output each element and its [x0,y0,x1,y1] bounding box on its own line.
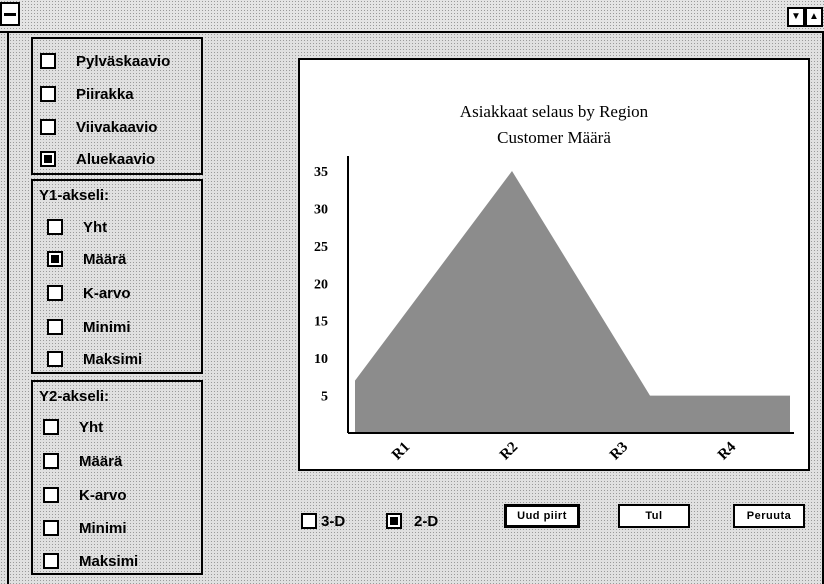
option-minimi[interactable]: Minimi [43,516,127,540]
checkbox[interactable] [47,285,63,301]
checkbox[interactable] [43,453,59,469]
y-tick-label: 15 [314,315,328,330]
y-tick-label: 35 [314,165,328,180]
chevron-down-icon: ▼ [791,11,801,22]
print-button[interactable]: Tul [618,504,690,528]
option-label: K-arvo [79,486,127,504]
option-label: Yht [83,218,108,236]
checkbox[interactable] [40,53,56,69]
checkbox[interactable] [40,119,56,135]
option-k-arvo[interactable]: K-arvo [47,281,131,305]
checkbox-checked[interactable] [386,513,402,529]
option-viivakaavio[interactable]: Viivakaavio [40,115,157,139]
dropdown-button[interactable]: ▼ [787,7,805,27]
option-label: Yht [79,418,104,436]
option-label: Määrä [83,250,127,268]
checkbox-checked[interactable] [40,151,56,167]
checkbox[interactable] [43,520,59,536]
option-maksimi[interactable]: Maksimi [43,549,138,573]
option-label: Maksimi [83,350,143,368]
option-maksimi[interactable]: Maksimi [47,347,142,371]
chart-type-group: Pylväskaavio Piirakka Viivakaavio Alueka… [31,37,203,175]
option-label: Maksimi [79,552,139,570]
option-label: Aluekaavio [76,150,156,168]
option-label: Minimi [83,318,131,336]
group-title: Y1-akseli: [39,187,110,204]
option-yht[interactable]: Yht [47,215,107,239]
option-label: Minimi [79,519,127,537]
y-tick-label: 30 [314,202,328,217]
area-chart: 5 10 15 20 25 30 35 R1 R2 R3 R4 [314,156,794,464]
redraw-button[interactable]: Uud piirt [504,504,580,528]
checkbox[interactable] [47,319,63,335]
option-minimi[interactable]: Minimi [47,315,131,339]
y1-axis-group: Y1-akseli: Yht Määrä K-arvo Minimi Maksi… [31,179,203,374]
x-tick-label-r2: R2 [497,439,521,463]
option-piirakka[interactable]: Piirakka [40,82,134,106]
x-tick-label-r3: R3 [607,439,631,463]
x-tick-label-r4: R4 [715,439,740,464]
option-label: Pylväskaavio [76,52,171,70]
checkbox-checked[interactable] [47,251,63,267]
checkbox[interactable] [43,419,59,435]
system-menu-button[interactable] [0,2,20,26]
option-label: K-arvo [83,284,131,302]
checkbox[interactable] [40,86,56,102]
chart-panel: Asiakkaat selaus by Region Customer Määr… [298,58,810,471]
arrow-up-icon: ▲ [809,11,819,22]
option-aluekaavio[interactable]: Aluekaavio [40,147,155,171]
option-label: Määrä [79,452,123,470]
y2-axis-group: Y2-akseli: Yht Määrä K-arvo Minimi Maksi… [31,380,203,575]
checkbox[interactable] [47,219,63,235]
checkbox[interactable] [301,513,317,529]
y-tick-label: 5 [321,390,328,405]
group-title: Y2-akseli: [39,388,110,405]
option-maara[interactable]: Määrä [43,449,122,473]
window-left-border [0,33,9,584]
y-tick-label: 10 [314,352,328,367]
x-tick-label-r1: R1 [389,439,413,463]
checkbox[interactable] [43,553,59,569]
option-label: 2-D [414,512,439,530]
option-yht[interactable]: Yht [43,415,103,439]
option-3d[interactable]: 3-D [301,509,345,533]
option-label: Piirakka [76,85,134,103]
option-maara[interactable]: Määrä [47,247,126,271]
cancel-button[interactable]: Peruuta [733,504,805,528]
option-k-arvo[interactable]: K-arvo [43,483,127,507]
checkbox[interactable] [47,351,63,367]
title-bar: ▼ ▲ [0,0,824,33]
option-pylvaskaavio[interactable]: Pylväskaavio [40,49,170,73]
option-2d[interactable]: 2-D [386,509,438,533]
option-label: Viivakaavio [76,118,158,136]
y-tick-label: 20 [314,277,328,292]
checkbox[interactable] [43,487,59,503]
area-series [355,170,790,434]
scroll-up-button[interactable]: ▲ [805,7,823,27]
y-tick-label: 25 [314,240,328,255]
option-label: 3-D [321,512,346,530]
